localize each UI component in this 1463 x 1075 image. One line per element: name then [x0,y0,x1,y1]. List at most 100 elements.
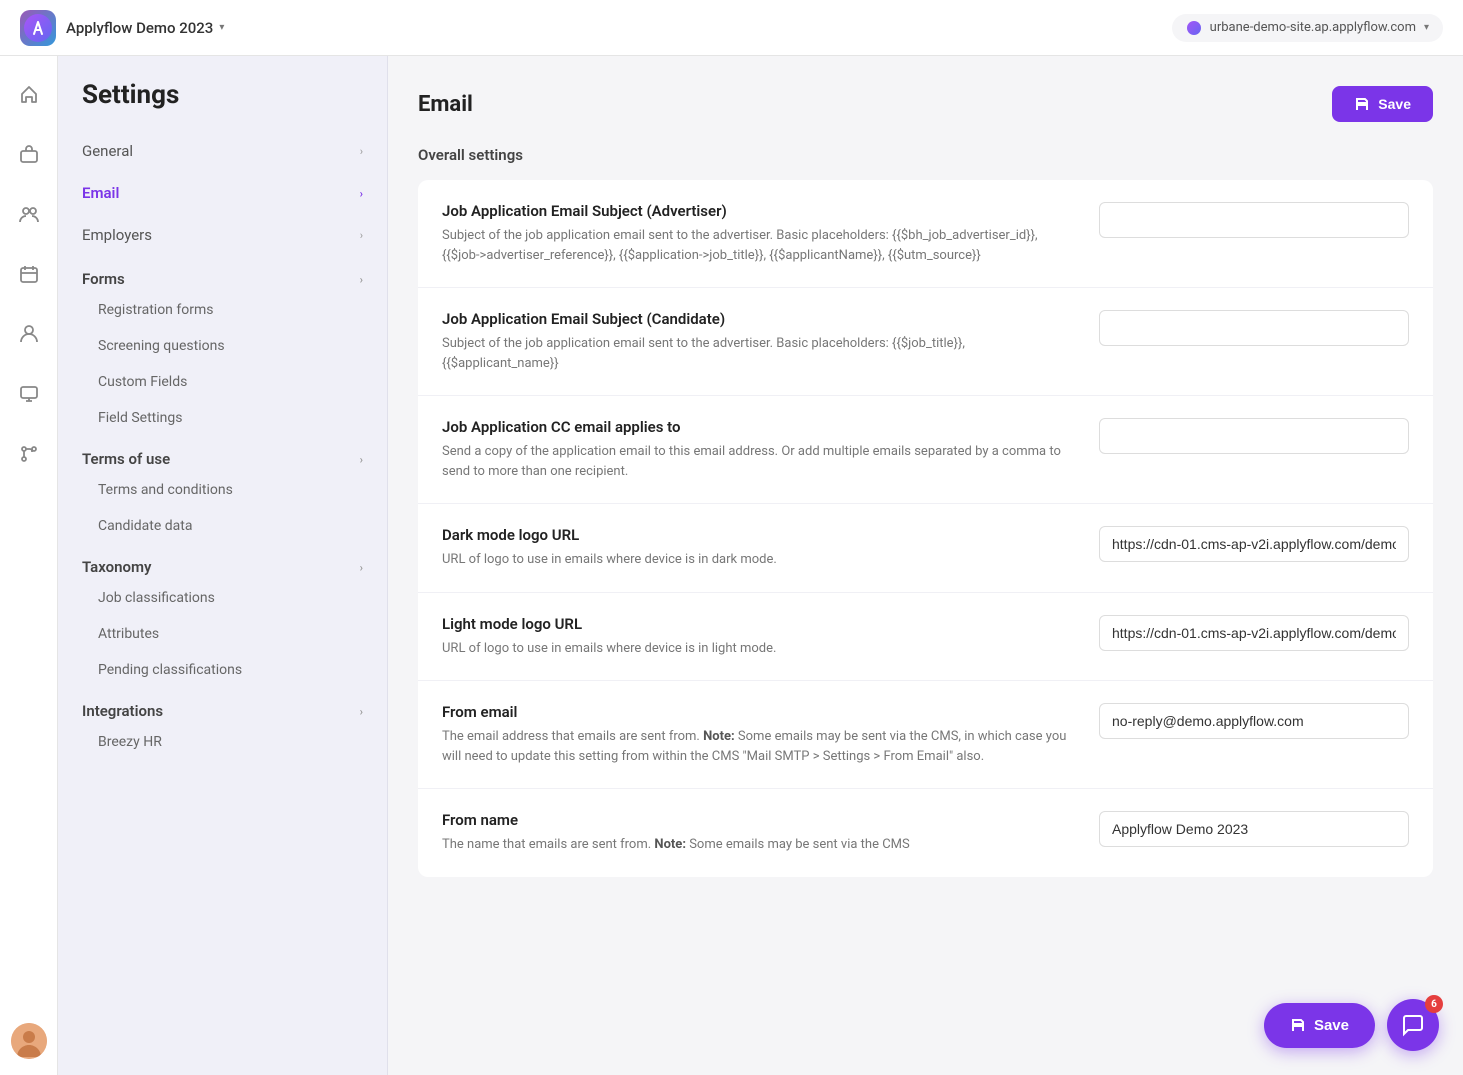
email-chevron: › [360,187,363,200]
monitor-icon[interactable] [11,376,47,412]
sidebar-sub-field-settings[interactable]: Field Settings [58,400,387,436]
setting-row-from-email: From email The email address that emails… [418,681,1433,789]
integrations-chevron: › [360,705,363,718]
taxonomy-label: Taxonomy [82,558,151,576]
app-title-chevron: ▾ [219,22,224,33]
app-logo [20,10,56,46]
from-name-input[interactable] [1099,811,1409,847]
sidebar: Settings General › Email › Employers › F… [58,56,388,1075]
sidebar-section-terms[interactable]: Terms of use › [58,436,387,472]
save-button-top[interactable]: Save [1332,86,1433,122]
topbar-left: Applyflow Demo 2023 ▾ [20,10,224,46]
forms-chevron: › [360,273,363,286]
page-title: Settings [58,80,387,130]
from-email-input[interactable] [1099,703,1409,739]
setting-info-from-email: From email The email address that emails… [442,703,1099,766]
sidebar-sub-custom-fields[interactable]: Custom Fields [58,364,387,400]
setting-row-light-logo: Light mode logo URL URL of logo to use i… [418,593,1433,682]
main-content: Email Save Overall settings Job Applicat… [388,56,1463,1075]
sidebar-sub-job-classifications[interactable]: Job classifications [58,580,387,616]
chat-badge: 6 [1425,995,1443,1013]
setting-info-dark-logo: Dark mode logo URL URL of logo to use in… [442,526,1099,570]
sidebar-sub-breezy-hr[interactable]: Breezy HR [58,724,387,760]
sidebar-item-employers-label: Employers [82,226,152,244]
content-title: Email [418,92,473,117]
forms-label: Forms [82,270,125,288]
overall-settings-label: Overall settings [418,146,1433,164]
save-button-float[interactable]: Save [1264,1003,1375,1048]
setting-desc-light-logo: URL of logo to use in emails where devic… [442,639,1069,659]
setting-desc-from-email: The email address that emails are sent f… [442,727,1069,766]
setting-input-light-logo[interactable] [1099,615,1409,651]
setting-info-advertiser: Job Application Email Subject (Advertise… [442,202,1099,265]
site-url: urbane-demo-site.ap.applyflow.com [1210,20,1416,35]
setting-info-from-name: From name The name that emails are sent … [442,811,1099,855]
cc-input[interactable] [1099,418,1409,454]
sidebar-section-forms[interactable]: Forms › [58,256,387,292]
setting-row-cc: Job Application CC email applies to Send… [418,396,1433,504]
taxonomy-chevron: › [360,561,363,574]
setting-name-advertiser: Job Application Email Subject (Advertise… [442,202,1069,220]
site-selector[interactable]: urbane-demo-site.ap.applyflow.com ▾ [1172,14,1443,42]
topbar: Applyflow Demo 2023 ▾ urbane-demo-site.a… [0,0,1463,56]
sidebar-sub-registration-forms[interactable]: Registration forms [58,292,387,328]
setting-row-candidate: Job Application Email Subject (Candidate… [418,288,1433,396]
setting-name-from-name: From name [442,811,1069,829]
sidebar-item-general-label: General [82,142,133,160]
person-icon[interactable] [11,316,47,352]
setting-info-candidate: Job Application Email Subject (Candidate… [442,310,1099,373]
setting-info-light-logo: Light mode logo URL URL of logo to use i… [442,615,1099,659]
calendar-icon[interactable] [11,256,47,292]
settings-card: Job Application Email Subject (Advertise… [418,180,1433,877]
setting-name-from-email: From email [442,703,1069,721]
content-header: Email Save [418,86,1433,122]
user-avatar[interactable] [11,1023,47,1059]
sidebar-item-email-label: Email [82,184,119,202]
home-icon[interactable] [11,76,47,112]
setting-row-advertiser: Job Application Email Subject (Advertise… [418,180,1433,288]
site-chevron: ▾ [1424,22,1429,33]
setting-input-advertiser[interactable] [1099,202,1409,238]
setting-input-dark-logo[interactable] [1099,526,1409,562]
setting-input-from-email[interactable] [1099,703,1409,739]
sidebar-section-integrations[interactable]: Integrations › [58,688,387,724]
light-logo-input[interactable] [1099,615,1409,651]
setting-desc-dark-logo: URL of logo to use in emails where devic… [442,550,1069,570]
branch-icon[interactable] [11,436,47,472]
advertiser-input[interactable] [1099,202,1409,238]
employers-chevron: › [360,229,363,242]
sidebar-sub-terms-conditions[interactable]: Terms and conditions [58,472,387,508]
setting-name-cc: Job Application CC email applies to [442,418,1069,436]
sidebar-sub-screening-questions[interactable]: Screening questions [58,328,387,364]
setting-desc-cc: Send a copy of the application email to … [442,442,1069,481]
setting-desc-candidate: Subject of the job application email sen… [442,334,1069,373]
candidate-input[interactable] [1099,310,1409,346]
setting-info-cc: Job Application CC email applies to Send… [442,418,1099,481]
chat-button[interactable]: 6 [1387,999,1439,1051]
dark-logo-input[interactable] [1099,526,1409,562]
sidebar-sub-attributes[interactable]: Attributes [58,616,387,652]
users-icon[interactable] [11,196,47,232]
sidebar-sub-pending-classifications[interactable]: Pending classifications [58,652,387,688]
setting-desc-advertiser: Subject of the job application email sen… [442,226,1069,265]
sidebar-item-email[interactable]: Email › [58,172,387,214]
setting-name-light-logo: Light mode logo URL [442,615,1069,633]
save-icon-top [1354,96,1370,112]
sidebar-sub-candidate-data[interactable]: Candidate data [58,508,387,544]
sidebar-section-taxonomy[interactable]: Taxonomy › [58,544,387,580]
setting-input-candidate[interactable] [1099,310,1409,346]
general-chevron: › [360,145,363,158]
icon-nav [0,56,58,1075]
save-icon-float [1290,1017,1306,1033]
sidebar-item-employers[interactable]: Employers › [58,214,387,256]
app-title[interactable]: Applyflow Demo 2023 ▾ [66,19,224,37]
setting-desc-from-name: The name that emails are sent from. Note… [442,835,1069,855]
floating-buttons: Save 6 [1264,999,1439,1051]
sidebar-item-general[interactable]: General › [58,130,387,172]
setting-name-candidate: Job Application Email Subject (Candidate… [442,310,1069,328]
briefcase-icon[interactable] [11,136,47,172]
terms-chevron: › [360,453,363,466]
setting-input-cc[interactable] [1099,418,1409,454]
setting-input-from-name[interactable] [1099,811,1409,847]
setting-row-from-name: From name The name that emails are sent … [418,789,1433,877]
